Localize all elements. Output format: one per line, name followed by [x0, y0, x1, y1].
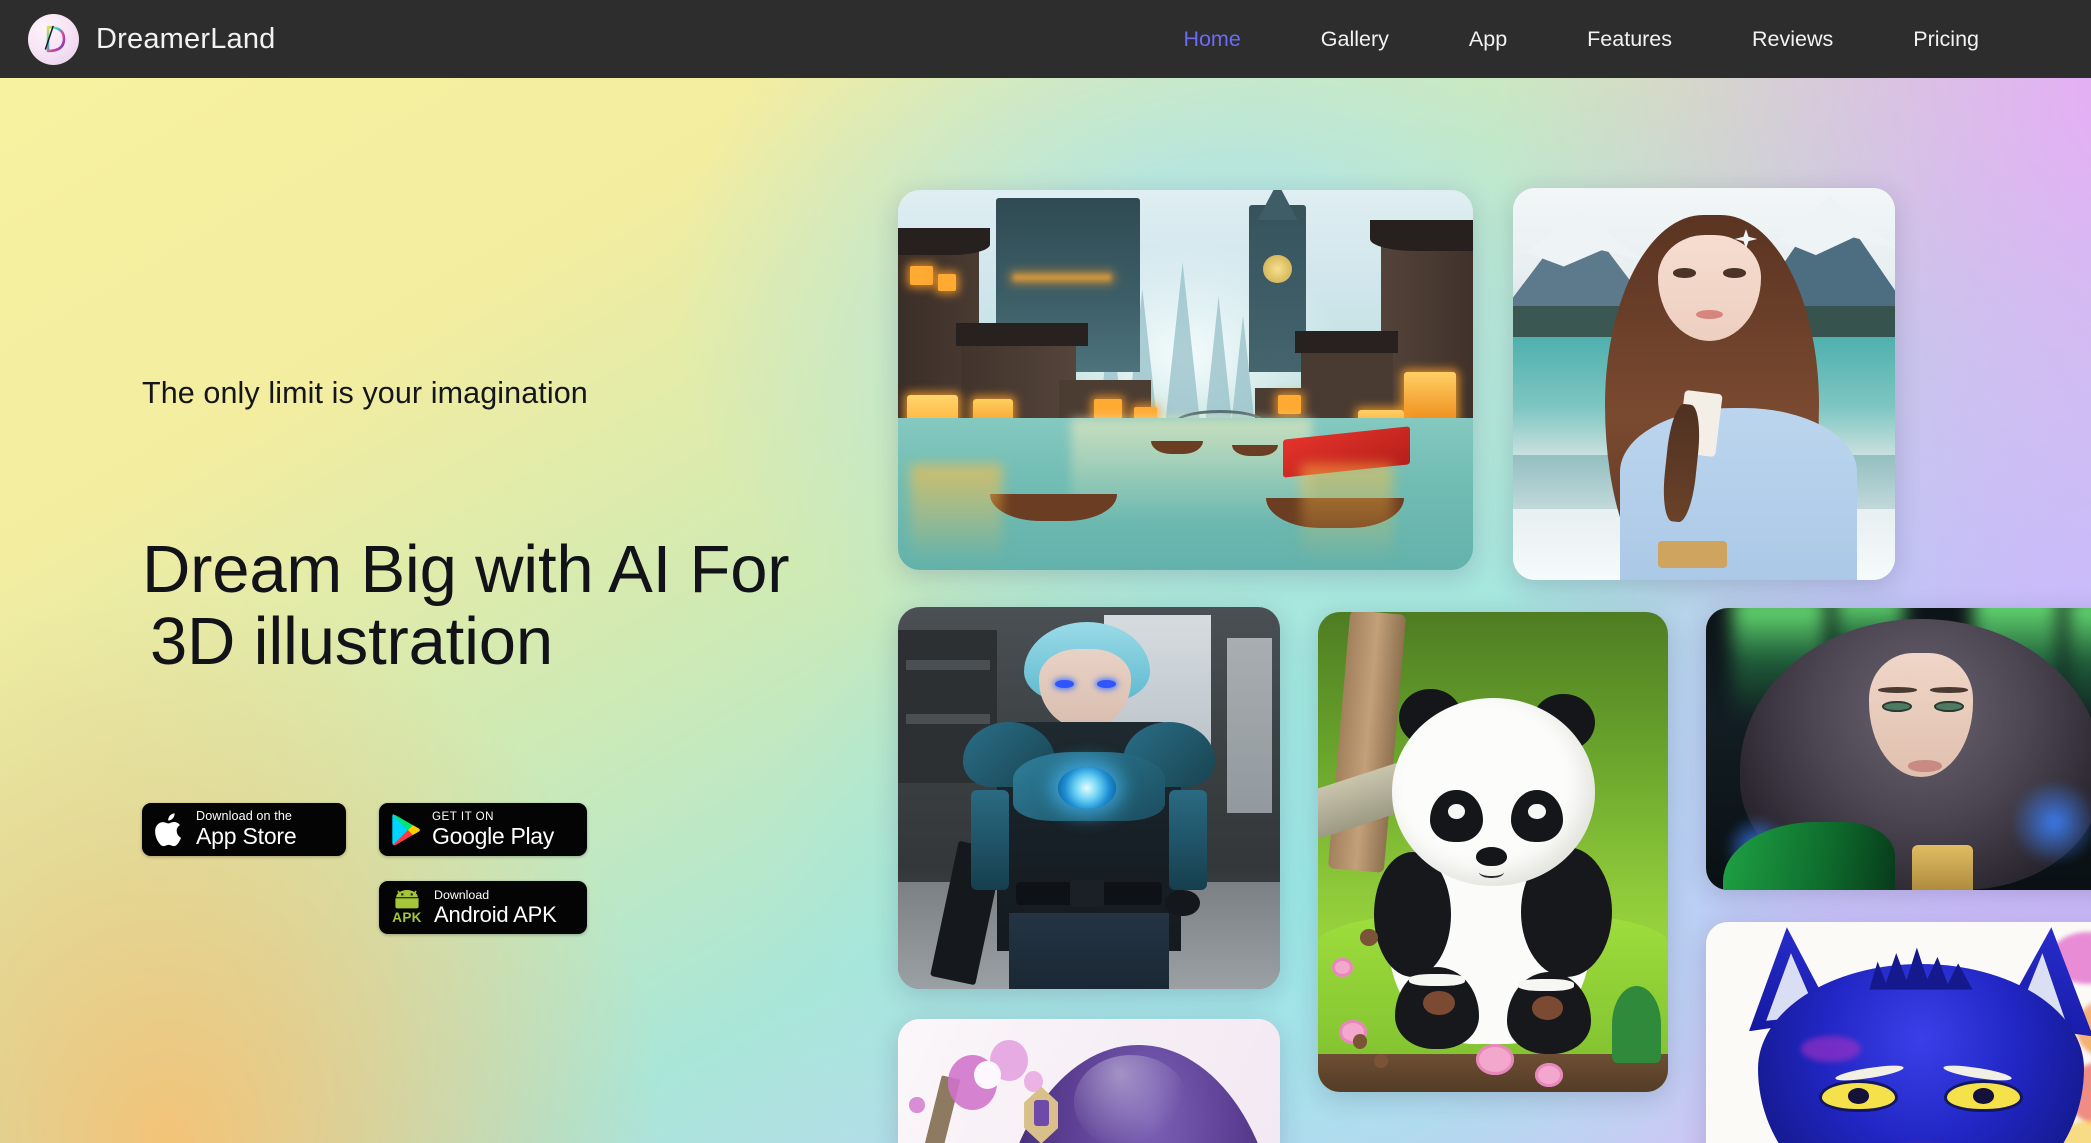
google-play-icon [391, 813, 421, 846]
nav-link-gallery[interactable]: Gallery [1281, 27, 1429, 52]
google-play-text: GET IT ON Google Play [432, 809, 554, 849]
apple-icon [155, 812, 185, 848]
gallery-item-ai-blue-wolf[interactable] [1706, 922, 2091, 1143]
ai-city-canal-artwork [898, 190, 1473, 570]
app-store-main-label: App Store [196, 823, 297, 850]
app-store-sub-label: Download on the [196, 809, 293, 824]
ai-blue-wolf-artwork [1706, 922, 2091, 1143]
app-store-text: Download on the App Store [196, 810, 297, 849]
top-navigation-bar: DreamerLand Home Gallery App Features Re… [0, 0, 2091, 78]
ai-knight-artwork [898, 607, 1280, 989]
nav-link-pricing[interactable]: Pricing [1873, 27, 2019, 52]
nav-link-reviews[interactable]: Reviews [1712, 27, 1873, 52]
gallery-item-ai-knight[interactable] [898, 607, 1280, 989]
ai-snow-girl-artwork [1513, 188, 1895, 580]
nav-links: Home Gallery App Features Reviews Pricin… [1143, 27, 2019, 52]
ai-aurora-woman-artwork [1706, 608, 2091, 890]
apk-badge-label: APK [392, 910, 422, 926]
android-apk-text: Download Android APK [434, 887, 557, 927]
nav-link-features[interactable]: Features [1547, 27, 1712, 52]
google-play-main-label: Google Play [432, 822, 554, 849]
nav-link-app[interactable]: App [1429, 27, 1547, 52]
hero-title-line-1: Dream Big with AI For [142, 531, 790, 607]
brand-name: DreamerLand [96, 22, 276, 55]
google-play-button[interactable]: GET IT ON Google Play [379, 803, 587, 857]
hero-content: The only limit is your imagination Dream… [142, 375, 902, 953]
brand-logo-link[interactable]: DreamerLand [28, 13, 276, 65]
gallery-item-ai-anime-girl[interactable] [898, 1019, 1280, 1143]
android-apk-button[interactable]: APK Download Android APK [379, 881, 587, 935]
android-apk-sub-label: Download [434, 887, 490, 902]
gallery-item-ai-snow-girl[interactable] [1513, 188, 1895, 580]
dreamerland-logo-icon [28, 13, 79, 65]
hero-title: Dream Big with AI For 3D illustration [142, 462, 902, 751]
hero-title-line-2: 3D illustration [150, 604, 553, 680]
ai-felt-panda-artwork [1318, 612, 1668, 1092]
gallery-item-ai-city-canal[interactable] [898, 190, 1473, 570]
gallery-item-ai-felt-panda[interactable] [1318, 612, 1668, 1092]
gallery-item-ai-aurora-woman[interactable] [1706, 608, 2091, 890]
ai-anime-girl-artwork [898, 1019, 1280, 1143]
android-apk-icon: APK [390, 890, 424, 925]
nav-link-home[interactable]: Home [1143, 27, 1280, 52]
app-store-button[interactable]: Download on the App Store [142, 803, 346, 857]
android-apk-main-label: Android APK [434, 901, 557, 927]
store-buttons-group: Download on the App Store GET IT ON Goog… [142, 803, 742, 953]
hero-eyebrow: The only limit is your imagination [142, 376, 588, 410]
google-play-sub-label: GET IT ON [432, 809, 495, 823]
